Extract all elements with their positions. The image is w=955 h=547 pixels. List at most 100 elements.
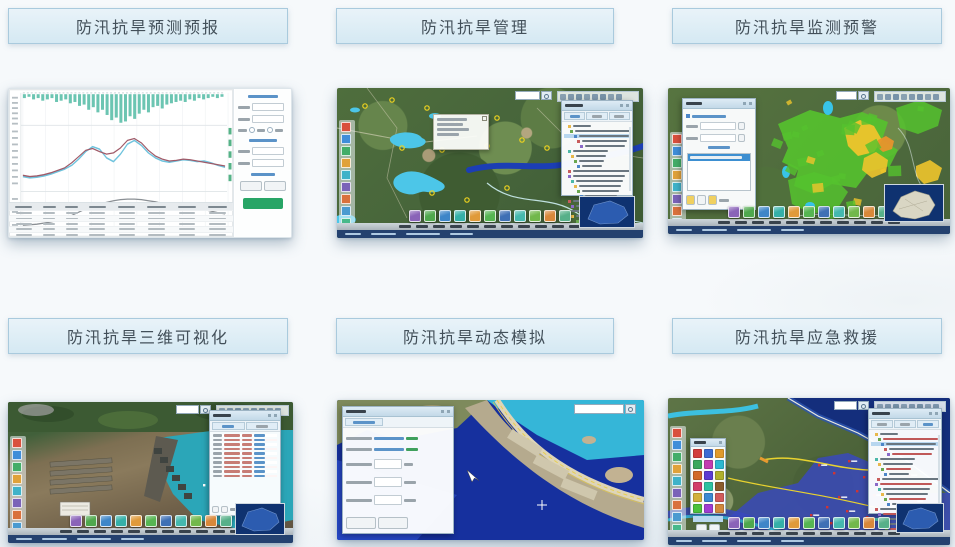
result-row[interactable] — [213, 443, 277, 446]
layer-tree-item[interactable] — [564, 139, 630, 143]
text-input[interactable] — [252, 159, 284, 167]
module-title-management[interactable]: 防汛抗旱管理 — [336, 8, 614, 44]
result-row[interactable] — [213, 475, 277, 478]
dock-app-icon[interactable] — [848, 206, 860, 218]
dock-app-icon[interactable] — [803, 517, 815, 529]
rescue-symbol-icon[interactable] — [693, 482, 702, 491]
toolbar-icon[interactable] — [925, 94, 931, 100]
dock-app-icon[interactable] — [85, 515, 97, 527]
detail-link[interactable] — [254, 452, 265, 455]
layer-checkbox[interactable] — [568, 150, 571, 153]
dock-app-icon[interactable] — [818, 517, 830, 529]
map-tool-icon[interactable] — [672, 452, 682, 462]
toolbar-icon[interactable] — [901, 94, 907, 100]
dock-app-icon[interactable] — [818, 206, 830, 218]
layer-tree-item[interactable] — [871, 432, 939, 436]
map-tool-icon[interactable] — [12, 462, 22, 472]
legend-button[interactable] — [708, 195, 717, 205]
map-tool-icon[interactable] — [341, 158, 351, 168]
run-forecast-button[interactable] — [243, 198, 283, 209]
map-tool-icon[interactable] — [672, 134, 682, 144]
result-row[interactable] — [213, 434, 277, 437]
pager-first[interactable] — [212, 506, 219, 513]
radio-option[interactable] — [267, 127, 273, 133]
select-link[interactable] — [406, 448, 418, 451]
result-row[interactable] — [213, 448, 277, 451]
toolbar-icon[interactable] — [885, 94, 891, 100]
dock-app-icon[interactable] — [848, 517, 860, 529]
layer-tree-item[interactable] — [871, 477, 939, 481]
minimize-icon[interactable] — [743, 102, 746, 105]
tree-tab[interactable] — [871, 420, 893, 428]
layer-tree-item[interactable] — [871, 482, 939, 486]
map-tool-icon[interactable] — [672, 440, 682, 450]
dock-app-icon[interactable] — [743, 206, 755, 218]
dock-app-icon[interactable] — [424, 210, 436, 222]
rescue-symbol-icon[interactable] — [715, 493, 724, 502]
layer-checkbox[interactable] — [574, 135, 577, 138]
dock-app-icon[interactable] — [863, 517, 875, 529]
dock-app-icon[interactable] — [454, 210, 466, 222]
result-row[interactable] — [213, 461, 277, 464]
simulation-screenshot[interactable] — [337, 400, 644, 540]
map-tool-icon[interactable] — [341, 146, 351, 156]
minimize-icon[interactable] — [929, 412, 932, 415]
search-input[interactable] — [515, 91, 540, 100]
layer-tree-item[interactable] — [871, 492, 939, 496]
search-icon[interactable] — [858, 91, 869, 100]
simulation-tab[interactable] — [345, 418, 383, 426]
layer-tree-item[interactable] — [564, 159, 630, 163]
layer-checkbox[interactable] — [884, 498, 887, 501]
dock-app-icon[interactable] — [773, 517, 785, 529]
map-tool-icon[interactable] — [12, 474, 22, 484]
detail-link[interactable] — [254, 461, 265, 464]
layer-tree-item[interactable] — [564, 124, 630, 128]
overview-inset-map[interactable] — [896, 503, 944, 533]
layer-tree-item[interactable] — [564, 184, 630, 188]
toolbar-icon[interactable] — [877, 94, 883, 100]
search-input[interactable] — [574, 404, 624, 414]
minimize-icon[interactable] — [268, 414, 271, 417]
result-row[interactable] — [213, 466, 277, 469]
layer-checkbox[interactable] — [580, 145, 583, 148]
results-tab[interactable] — [246, 422, 279, 430]
map-tool-icon[interactable] — [12, 486, 22, 496]
scrollbar[interactable] — [938, 435, 940, 509]
result-row[interactable] — [213, 452, 277, 455]
rescue-symbol-icon[interactable] — [693, 493, 702, 502]
detail-link[interactable] — [254, 466, 265, 469]
layer-checkbox[interactable] — [887, 503, 890, 506]
pick-on-map-link[interactable] — [374, 437, 404, 440]
results-tab[interactable] — [212, 422, 245, 430]
layer-checkbox[interactable] — [574, 185, 577, 188]
toolbar-icon[interactable] — [592, 94, 598, 100]
radio-option[interactable] — [249, 127, 255, 133]
search-input[interactable] — [176, 405, 199, 414]
search-icon[interactable] — [541, 91, 552, 100]
layer-tree-item[interactable] — [871, 472, 939, 476]
layer-tree-item[interactable] — [564, 164, 630, 168]
result-row[interactable] — [213, 457, 277, 460]
dock-app-icon[interactable] — [544, 210, 556, 222]
dock-app-icon[interactable] — [803, 206, 815, 218]
rescue-symbol-icon[interactable] — [715, 460, 724, 469]
rescue-symbol-icon[interactable] — [693, 460, 702, 469]
dock-app-icon[interactable] — [175, 515, 187, 527]
layer-checkbox[interactable] — [877, 478, 880, 481]
rescue-symbol-icon[interactable] — [715, 449, 724, 458]
toolbar-icon[interactable] — [584, 94, 590, 100]
rescue-symbol-icon[interactable] — [693, 471, 702, 480]
layer-checkbox[interactable] — [577, 165, 580, 168]
layer-checkbox[interactable] — [887, 453, 890, 456]
map-tool-icon[interactable] — [672, 146, 682, 156]
dock-app-icon[interactable] — [728, 517, 740, 529]
layer-tree-item[interactable] — [871, 467, 939, 471]
layer-checkbox[interactable] — [875, 433, 878, 436]
toolbar-icon[interactable] — [933, 94, 939, 100]
search-input[interactable] — [836, 91, 857, 100]
tree-tab[interactable] — [894, 420, 916, 428]
rescue-symbol-icon[interactable] — [715, 482, 724, 491]
map-tool-icon[interactable] — [672, 488, 682, 498]
rescue-symbol-icon[interactable] — [704, 460, 713, 469]
close-icon[interactable] — [626, 104, 629, 107]
